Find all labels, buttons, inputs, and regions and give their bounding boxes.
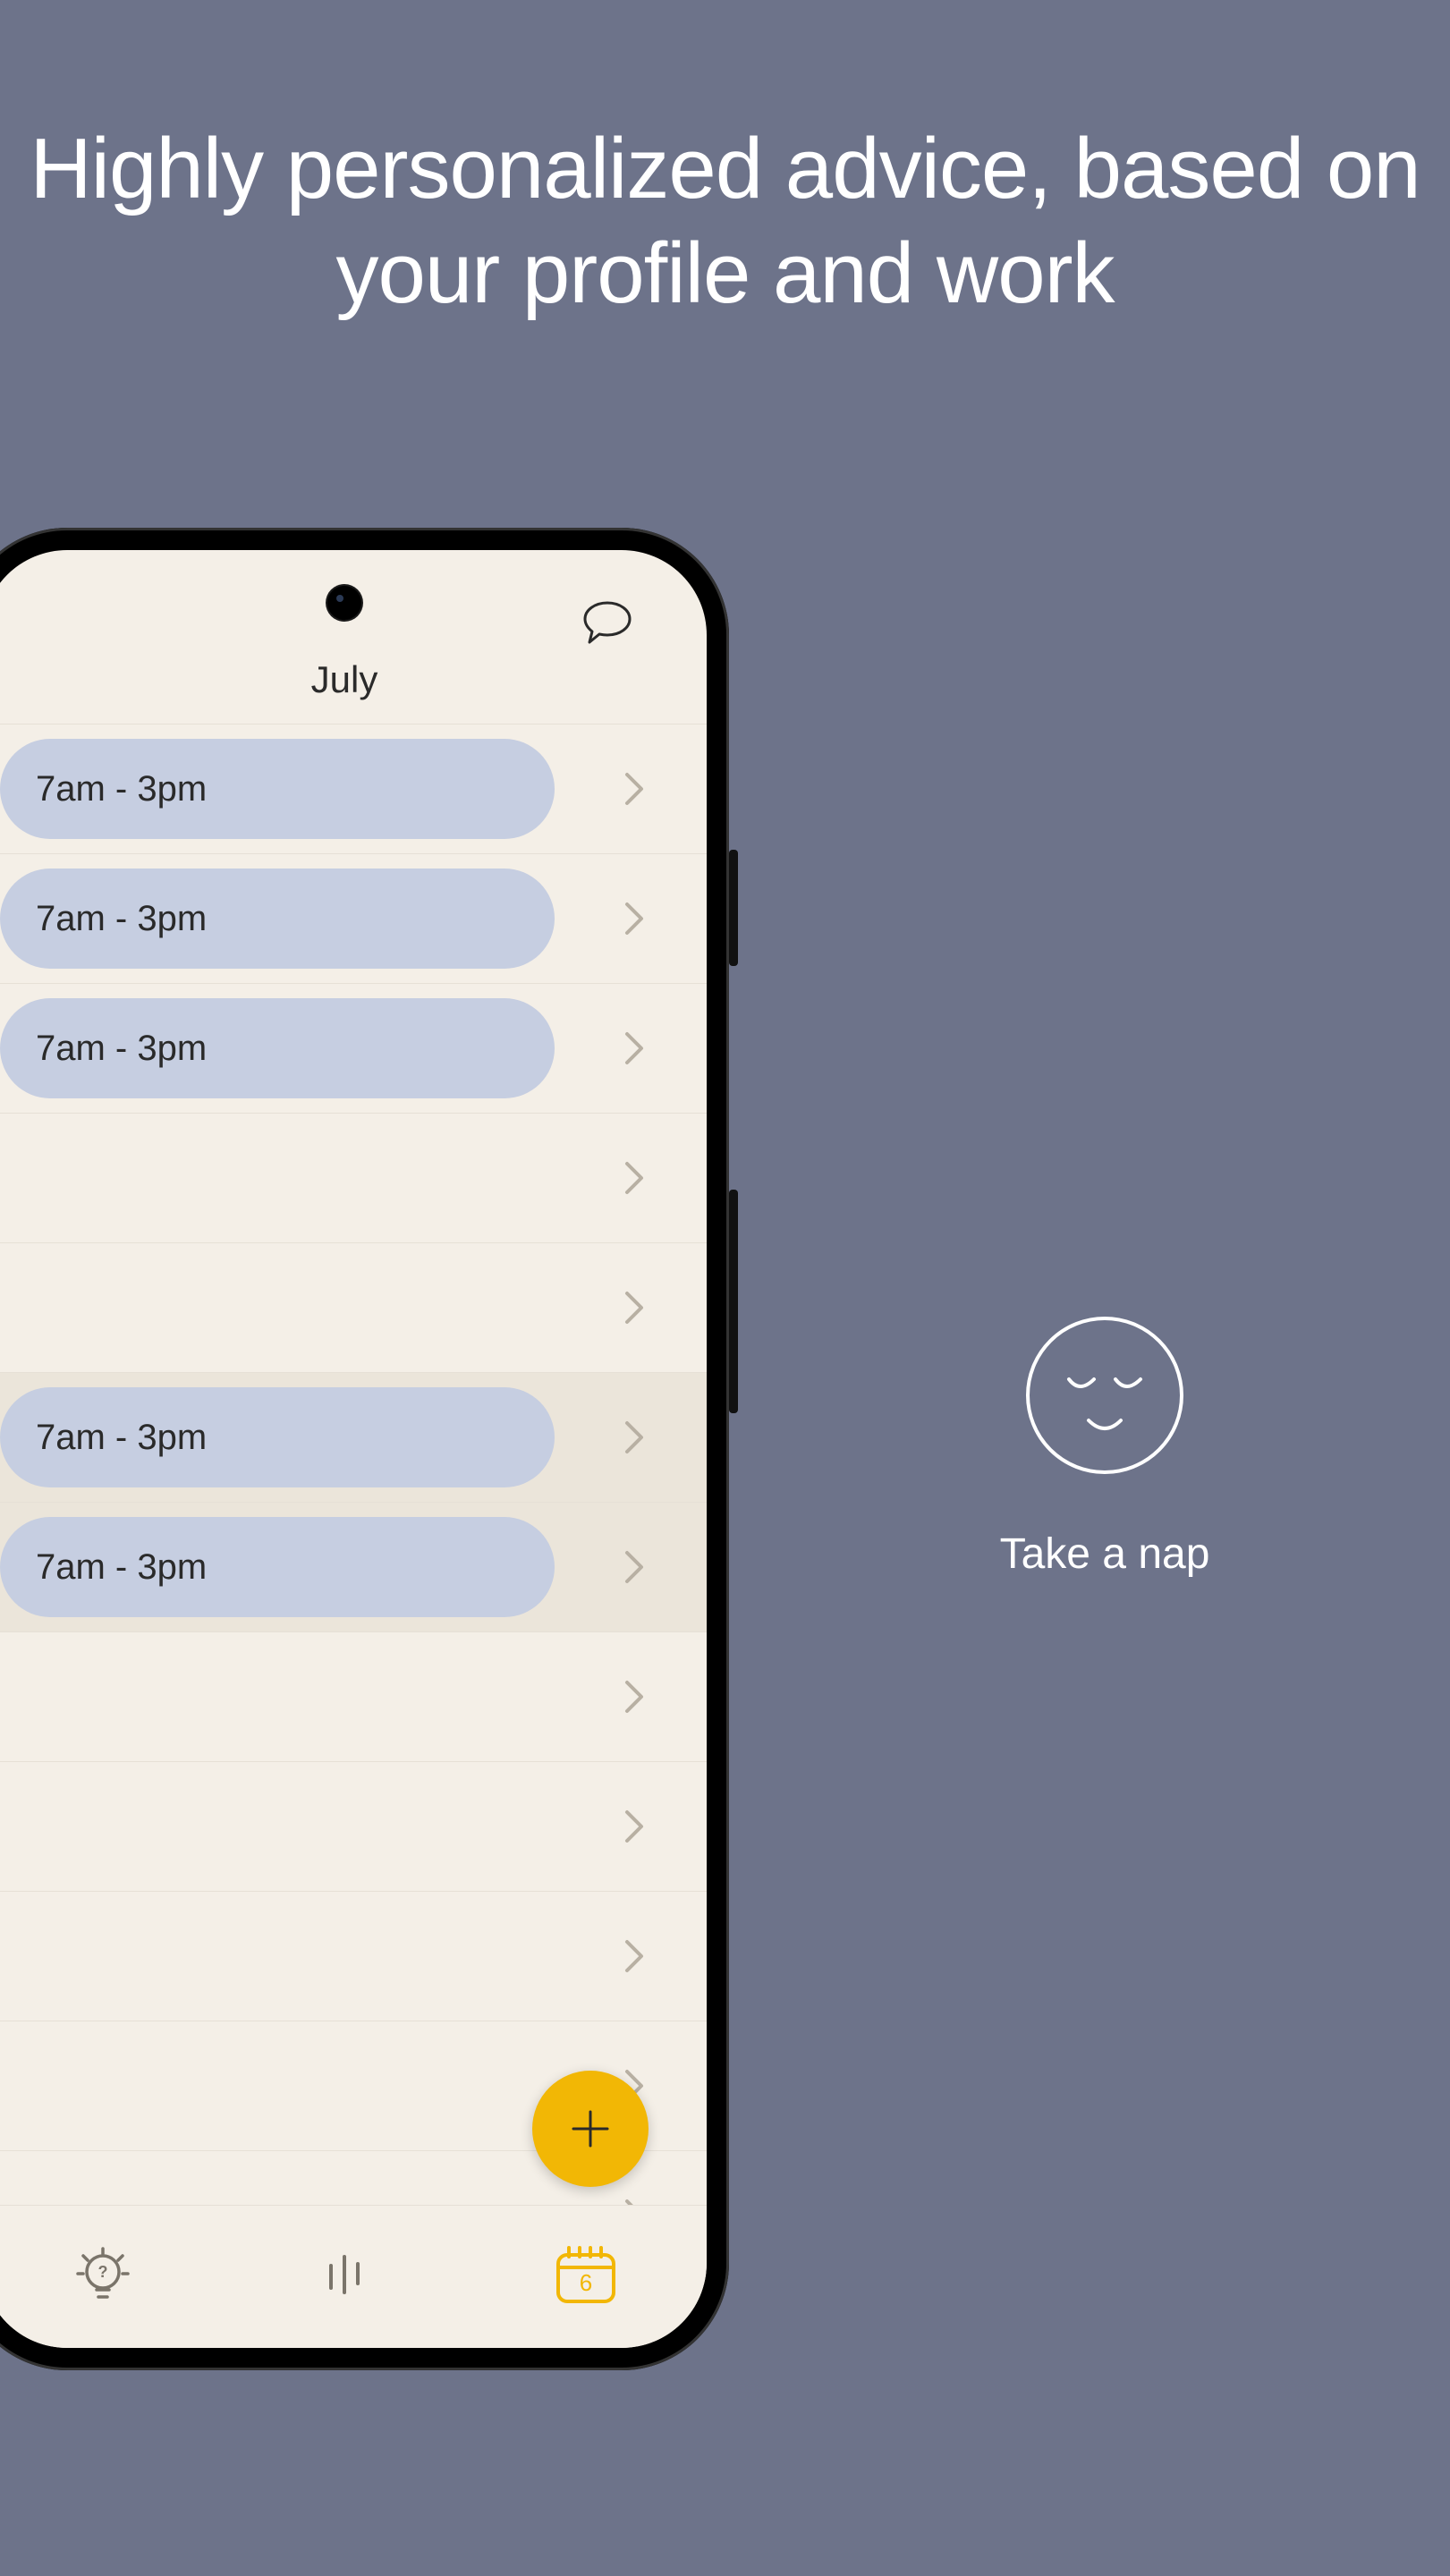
schedule-row[interactable] <box>0 1632 707 1762</box>
chevron-right-icon <box>622 1547 649 1587</box>
shift-pill[interactable]: 7am - 3pm <box>0 869 555 969</box>
chevron-right-icon <box>622 769 649 809</box>
schedule-row[interactable]: 7am - 3pm <box>0 724 707 854</box>
svg-text:?: ? <box>98 2263 108 2281</box>
calendar-badge-number: 6 <box>580 2269 592 2296</box>
phone-side-button-1 <box>729 850 738 966</box>
shift-pill[interactable]: 7am - 3pm <box>0 739 555 839</box>
schedule-row[interactable]: 7am - 3pm <box>0 984 707 1114</box>
schedule-row[interactable] <box>0 1762 707 1892</box>
tab-bar: ? <box>0 2205 707 2348</box>
chat-icon[interactable] <box>580 599 635 656</box>
chevron-right-icon <box>622 1418 649 1457</box>
chevron-right-icon <box>622 1288 649 1327</box>
shift-pill[interactable]: 7am - 3pm <box>0 1517 555 1617</box>
schedule-row[interactable] <box>0 1114 707 1243</box>
shift-pill[interactable]: 7am - 3pm <box>0 1387 555 1487</box>
chevron-right-icon <box>622 1936 649 1976</box>
month-label[interactable]: July <box>311 658 378 701</box>
app-screen: July 7am - 3pm7am - 3pm7am - 3pm7am - 3p… <box>0 550 707 2348</box>
phone-side-button-2 <box>729 1190 738 1413</box>
top-bar: July <box>0 550 707 724</box>
chevron-right-icon <box>622 899 649 938</box>
headline-text: Highly personalized advice, based on you… <box>0 116 1450 326</box>
phone-frame: July 7am - 3pm7am - 3pm7am - 3pm7am - 3p… <box>0 528 729 2370</box>
tips-tab-icon[interactable]: ? <box>72 2243 134 2310</box>
phone-camera <box>327 586 361 620</box>
chevron-right-icon <box>622 2196 649 2205</box>
nap-label: Take a nap <box>975 1530 1234 1579</box>
nap-face-icon <box>1024 1315 1185 1476</box>
schedule-row[interactable] <box>0 1243 707 1373</box>
stats-tab-icon[interactable] <box>318 2248 371 2306</box>
chevron-right-icon <box>622 1029 649 1068</box>
schedule-row[interactable]: 7am - 3pm <box>0 1503 707 1632</box>
chevron-right-icon <box>622 1158 649 1198</box>
chevron-right-icon <box>622 1807 649 1846</box>
calendar-tab-icon[interactable]: 6 <box>551 2242 621 2311</box>
schedule-row[interactable]: 7am - 3pm <box>0 1373 707 1503</box>
schedule-row[interactable] <box>0 1892 707 2021</box>
schedule-row[interactable]: 7am - 3pm <box>0 854 707 984</box>
schedule-list: 7am - 3pm 7am - 3pm 7am - 3pm 7am - 3pm 7am … <box>0 724 707 2205</box>
add-button[interactable] <box>532 2071 649 2187</box>
tip-panel: Take a nap <box>975 1315 1234 1579</box>
shift-pill[interactable]: 7am - 3pm <box>0 998 555 1098</box>
chevron-right-icon <box>622 1677 649 1716</box>
